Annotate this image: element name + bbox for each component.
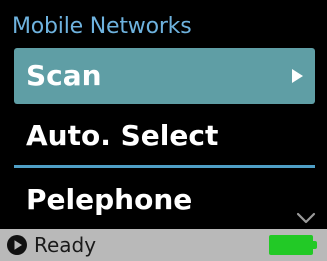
device-screen: Mobile Networks Scan Auto. Select Peleph…	[0, 0, 327, 261]
menu-item-scan[interactable]: Scan	[14, 48, 315, 104]
menu-title: Mobile Networks	[12, 14, 192, 39]
menu-item-pelephone[interactable]: Pelephone	[0, 172, 327, 228]
battery-icon	[269, 235, 313, 255]
menu-divider	[14, 165, 315, 168]
menu-item-label: Pelephone	[26, 183, 193, 216]
menu-item-label: Auto. Select	[26, 119, 219, 152]
arrow-right-icon	[292, 69, 303, 83]
status-text: Ready	[34, 233, 97, 257]
play-circle-icon	[7, 235, 27, 255]
battery-tip	[313, 241, 317, 249]
chevron-down-icon[interactable]	[296, 212, 316, 224]
menu-item-label: Scan	[26, 59, 102, 92]
menu-item-auto-select[interactable]: Auto. Select	[0, 108, 327, 164]
